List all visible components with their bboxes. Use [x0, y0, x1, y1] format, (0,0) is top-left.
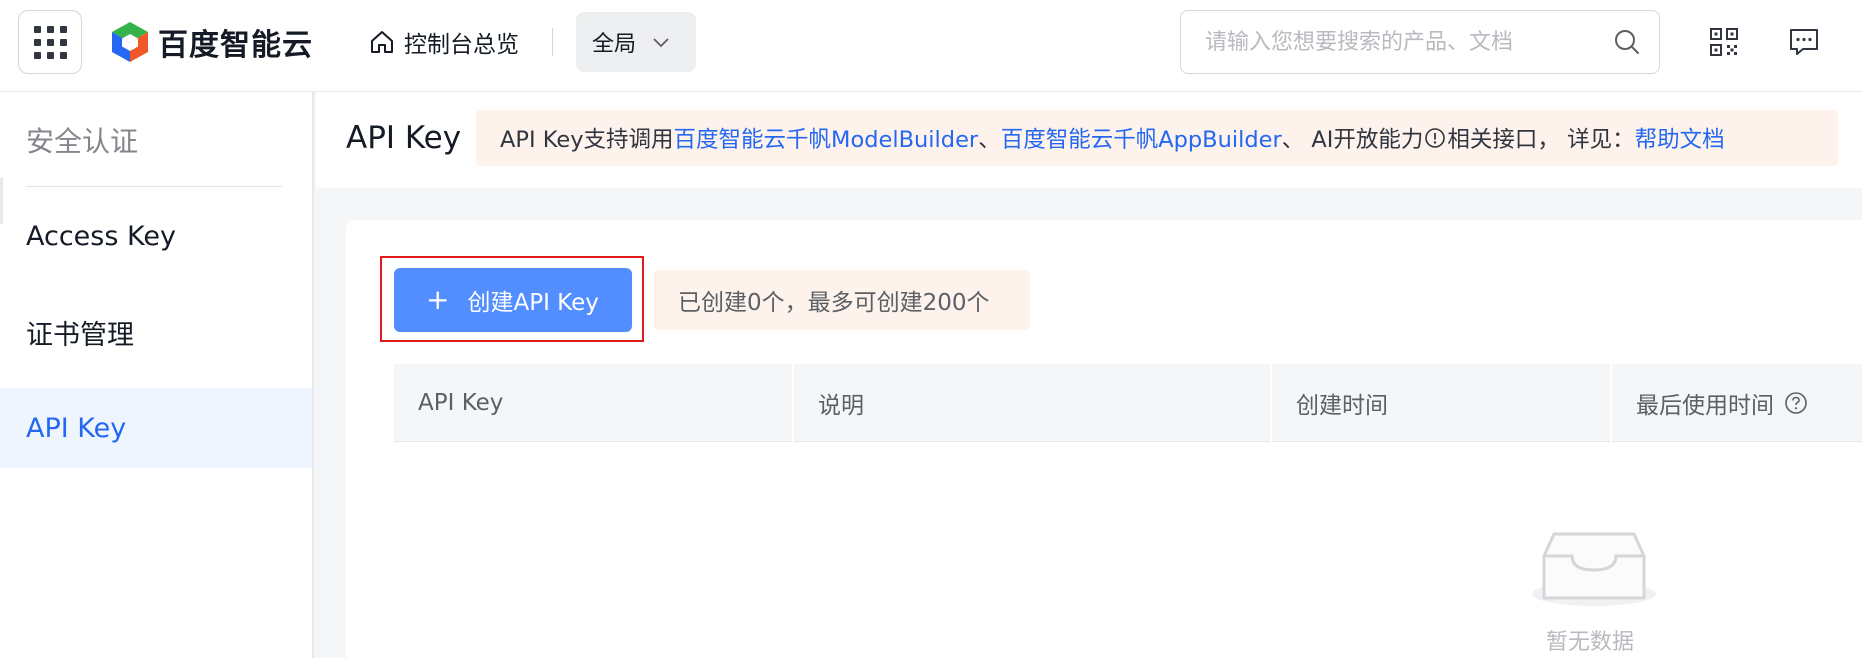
- message-icon[interactable]: [1788, 26, 1820, 58]
- column-label: API Key: [418, 390, 504, 416]
- console-overview-link[interactable]: 控制台总览: [368, 22, 519, 62]
- qr-code-icon[interactable]: [1708, 26, 1740, 58]
- notice-ai-capability: 、 AI开放能力: [1281, 127, 1424, 153]
- api-key-notice: API Key支持调用 百度智能云千帆ModelBuilder 、 百度智能云千…: [476, 110, 1838, 166]
- notice-prefix: API Key支持调用: [500, 127, 674, 153]
- chevron-down-icon: [653, 38, 669, 48]
- search-icon[interactable]: [1613, 28, 1641, 56]
- info-icon[interactable]: [1424, 127, 1446, 149]
- top-bar: 百度智能云 控制台总览 全局: [0, 0, 1862, 92]
- empty-state-text: 暂无数据: [1546, 630, 1635, 655]
- sidebar-item-certificate-management[interactable]: 证书管理: [0, 292, 312, 372]
- create-api-key-button[interactable]: + 创建API Key: [394, 268, 632, 332]
- help-icon[interactable]: [1784, 391, 1808, 415]
- notice-suffix: 相关接口， 详见：: [1447, 127, 1635, 153]
- brand-name: 百度智能云: [158, 28, 313, 63]
- page-title: API Key: [346, 120, 462, 156]
- column-label: 创建时间: [1296, 393, 1388, 419]
- plus-icon: +: [426, 283, 450, 316]
- quota-text: 已创建0个，最多可创建200个: [678, 290, 990, 316]
- sidebar-divider: [26, 186, 282, 187]
- console-overview-label: 控制台总览: [404, 32, 519, 58]
- table-header: API Key 说明 创建时间 最后使用时间: [394, 364, 1862, 442]
- empty-inbox-icon: [1532, 532, 1656, 606]
- sidebar-title: 安全认证: [26, 125, 139, 158]
- search-box[interactable]: [1180, 10, 1660, 74]
- search-input[interactable]: [1205, 29, 1613, 55]
- region-label: 全局: [592, 32, 637, 57]
- sidebar-item-access-key[interactable]: Access Key: [0, 196, 312, 276]
- help-doc-link[interactable]: 帮助文档: [1635, 122, 1725, 154]
- sidebar-item-api-key[interactable]: API Key: [0, 388, 312, 468]
- modelbuilder-link[interactable]: 百度智能云千帆ModelBuilder: [674, 122, 979, 154]
- notice-separator: 、: [978, 127, 1001, 153]
- brand-logo[interactable]: 百度智能云: [110, 20, 313, 64]
- appbuilder-link[interactable]: 百度智能云千帆AppBuilder: [1001, 122, 1282, 154]
- page-header: API Key API Key支持调用 百度智能云千帆ModelBuilder …: [316, 92, 1862, 188]
- column-header-created-time: 创建时间: [1272, 364, 1388, 442]
- home-icon: [371, 31, 393, 53]
- column-header-last-used-time: 最后使用时间: [1612, 364, 1808, 442]
- quota-tag: 已创建0个，最多可创建200个: [654, 270, 1030, 330]
- sidebar-item-label: Access Key: [26, 220, 176, 252]
- baidu-cloud-logo-icon: [112, 22, 148, 62]
- app-grid-icon[interactable]: [18, 10, 82, 74]
- sidebar: 安全认证 Access Key 证书管理 API Key: [0, 92, 314, 658]
- create-api-key-label: 创建API Key: [467, 290, 599, 316]
- column-header-description: 说明: [794, 364, 864, 442]
- column-label: 最后使用时间: [1636, 393, 1774, 419]
- sidebar-item-label: API Key: [26, 412, 127, 444]
- sidebar-item-label: 证书管理: [26, 319, 134, 351]
- column-header-api-key: API Key: [394, 364, 503, 442]
- region-selector[interactable]: 全局: [576, 12, 696, 72]
- divider: [552, 28, 553, 56]
- column-label: 说明: [818, 393, 864, 419]
